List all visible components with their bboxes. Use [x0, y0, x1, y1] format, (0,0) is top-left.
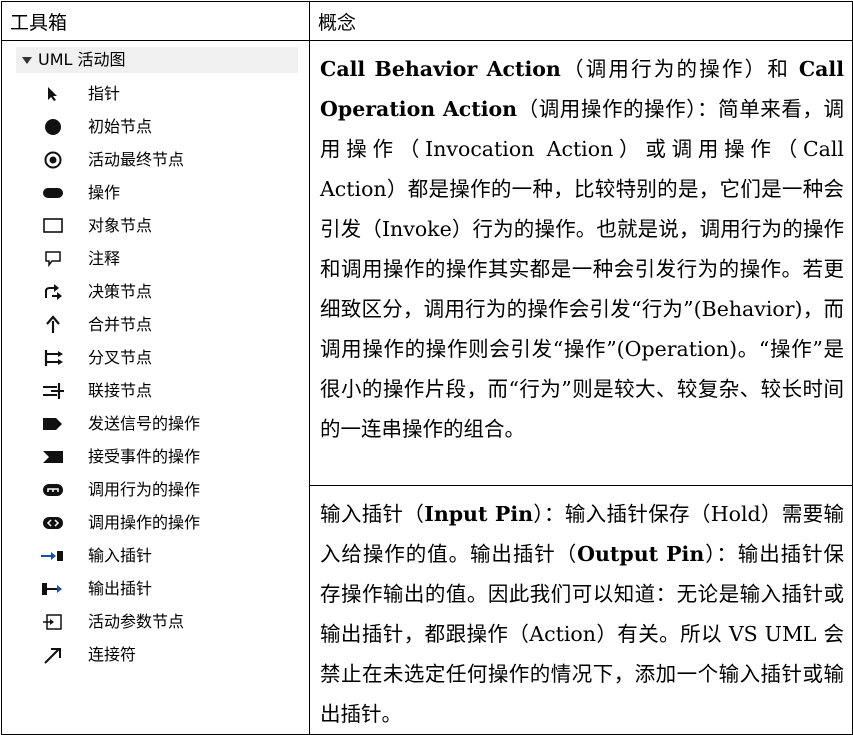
toolbox-item-label: 调用行为的操作 — [88, 480, 201, 499]
toolbox-item-label: 输出插针 — [88, 579, 153, 598]
toolbox-item-label: 活动最终节点 — [88, 150, 185, 169]
concept-cell-2: 输入插针（Input Pin）：输入插针保存（Hold）需要输入给操作的值。输出… — [309, 485, 853, 735]
toolbox-group-title: UML 活动图 — [38, 50, 126, 69]
send-signal-icon — [40, 414, 66, 434]
header-toolbox: 工具箱 — [1, 1, 310, 41]
concept-paragraph-2: 输入插针（Input Pin）：输入插针保存（Hold）需要输入给操作的值。输出… — [310, 486, 852, 734]
toolbox-item-label: 指针 — [88, 84, 121, 103]
term-input-pin: Input Pin — [424, 502, 534, 526]
header-concept: 概念 — [309, 1, 853, 41]
activity-final-icon — [40, 150, 66, 170]
toolbox-item-5[interactable]: 注释 — [40, 244, 300, 274]
output-pin-icon — [40, 579, 66, 599]
toolbox-cell: UML 活动图 指针初始节点活动最终节点 操作对象节点注释决策节点合并节点分叉节点… — [1, 40, 310, 735]
term-output-pin: Output Pin — [577, 542, 705, 566]
call-behavior-icon — [40, 480, 66, 500]
decision-node-icon — [40, 282, 66, 302]
accept-event-icon — [40, 447, 66, 467]
toolbox-item-label: 活动参数节点 — [88, 612, 185, 631]
toolbox-item-label: 合并节点 — [88, 315, 153, 334]
merge-node-icon — [40, 315, 66, 335]
toolbox-item-6[interactable]: 决策节点 — [40, 277, 300, 307]
toolbox-item-17[interactable]: 连接符 — [40, 640, 300, 670]
toolbox-item-2[interactable]: 活动最终节点 — [40, 145, 300, 175]
toolbox-item-0[interactable]: 指针 — [40, 79, 300, 109]
toolbox-item-label: 接受事件的操作 — [88, 447, 201, 466]
p2-text-0: 输入插针（ — [320, 502, 425, 526]
toolbox-item-9[interactable]: 联接节点 — [40, 376, 300, 406]
toolbox-item-label: 输入插针 — [88, 546, 153, 565]
toolbox-item-label: 初始节点 — [88, 117, 153, 136]
join-node-icon — [40, 381, 66, 401]
call-operation-icon — [40, 513, 66, 533]
fork-node-icon — [40, 348, 66, 368]
toolbox-item-1[interactable]: 初始节点 — [40, 112, 300, 142]
p2-text-2: ）：输出插针保存操作输出的值。因此我们可以知道：无论是输入插针或输出插针，都跟操… — [320, 542, 845, 726]
toolbox-item-15[interactable]: 输出插针 — [40, 574, 300, 604]
toolbox-item-14[interactable]: 输入插针 — [40, 541, 300, 571]
toolbox-panel: UML 活动图 指针初始节点活动最终节点 操作对象节点注释决策节点合并节点分叉节点… — [2, 41, 309, 734]
toolbox-item-label: 连接符 — [88, 645, 137, 664]
comment-icon — [40, 249, 66, 269]
toolbox-item-4[interactable]: 对象节点 — [40, 211, 300, 241]
p1-text-1: （调用行为的操作）和 — [560, 57, 791, 81]
toolbox-item-label: 分叉节点 — [88, 348, 153, 367]
toolbox-item-8[interactable]: 分叉节点 — [40, 343, 300, 373]
toolbox-item-label: 决策节点 — [88, 282, 153, 301]
connector-icon — [40, 645, 66, 665]
collapse-triangle-icon[interactable] — [22, 57, 32, 64]
initial-node-icon — [40, 117, 66, 137]
input-pin-icon — [40, 546, 66, 566]
toolbox-item-label: 调用操作的操作 — [88, 513, 201, 532]
toolbox-item-label: 操作 — [88, 183, 121, 202]
toolbox-item-3[interactable]: 操作 — [40, 178, 300, 208]
toolbox-item-10[interactable]: 发送信号的操作 — [40, 409, 300, 439]
toolbox-item-7[interactable]: 合并节点 — [40, 310, 300, 340]
action-icon — [40, 183, 66, 203]
toolbox-item-label: 发送信号的操作 — [88, 414, 201, 433]
activity-parameter-icon — [40, 612, 66, 632]
pointer-icon — [40, 84, 66, 104]
toolbox-item-13[interactable]: 调用操作的操作 — [40, 508, 300, 538]
toolbox-item-16[interactable]: 活动参数节点 — [40, 607, 300, 637]
toolbox-item-label: 注释 — [88, 249, 121, 268]
concept-table: 工具箱 概念 UML 活动图 指针初始节点活动最终节点 操作对象节点注释决策节点合… — [1, 1, 853, 735]
toolbox-item-12[interactable]: 调用行为的操作 — [40, 475, 300, 505]
toolbox-item-11[interactable]: 接受事件的操作 — [40, 442, 300, 472]
concept-cell-1: Call Behavior Action（调用行为的操作）和 Call Oper… — [309, 40, 853, 486]
toolbox-group-header[interactable]: UML 活动图 — [16, 47, 298, 73]
toolbox-item-label: 对象节点 — [88, 216, 153, 235]
object-node-icon — [40, 216, 66, 236]
p1-text-2: （调用操作的操作）：简单来看，调用操作（Invocation Action）或调… — [320, 97, 845, 441]
toolbox-item-label: 联接节点 — [88, 381, 153, 400]
concept-paragraph-1: Call Behavior Action（调用行为的操作）和 Call Oper… — [310, 41, 852, 449]
term-call-behavior: Call Behavior Action — [320, 57, 561, 81]
